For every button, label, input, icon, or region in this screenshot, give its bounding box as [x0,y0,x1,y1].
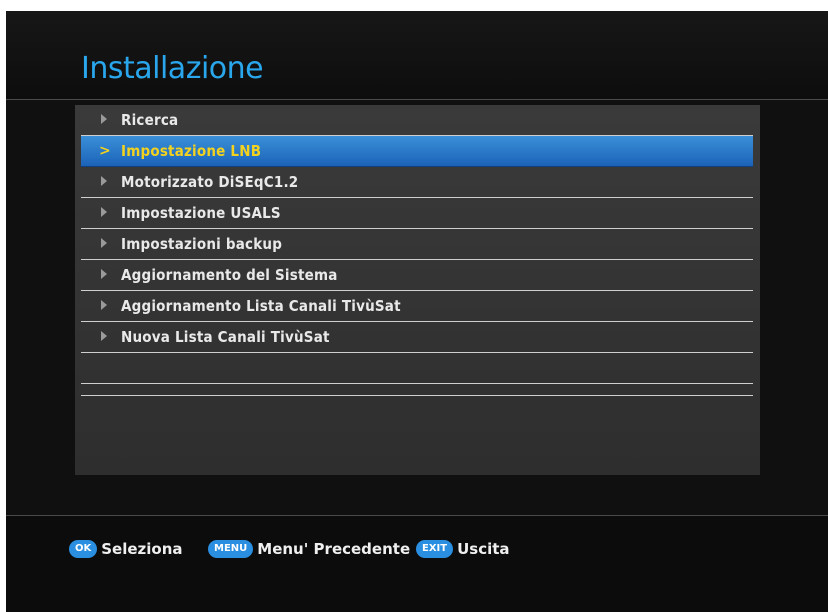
menu-item-nuova-lista-canali[interactable]: Nuova Lista Canali TivùSat [81,322,753,353]
exit-key-icon: EXIT [416,540,454,558]
arrow-right-icon [101,331,107,341]
ok-hint-label: Seleziona [101,540,183,558]
menu-hint[interactable]: MENU Menu' Precedente [208,538,410,560]
arrow-right-icon [101,269,107,279]
chevron-right-icon: > [99,143,111,159]
menu-item-impostazione-lnb[interactable]: > Impostazione LNB [81,136,753,167]
title-bar: Installazione [6,11,828,100]
ok-hint[interactable]: OK Seleziona [69,538,183,560]
ok-key-icon: OK [69,540,98,558]
arrow-right-icon [101,114,107,124]
exit-hint-label: Uscita [457,540,510,558]
arrow-right-icon [101,176,107,186]
menu-item-empty [81,353,753,384]
arrow-right-icon [101,207,107,217]
menu-divider [81,395,753,396]
menu-item-impostazioni-backup[interactable]: Impostazioni backup [81,229,753,260]
menu-item-ricerca[interactable]: Ricerca [81,105,753,136]
page-title: Installazione [81,51,264,86]
menu-item-aggiornamento-lista-canali[interactable]: Aggiornamento Lista Canali TivùSat [81,291,753,322]
tv-screen: Installazione Ricerca > Impostazione LNB… [6,11,828,612]
menu-item-label: Impostazioni backup [121,235,283,253]
footer-hints: OK Seleziona MENU Menu' Precedente EXIT … [6,515,828,612]
menu-item-label: Impostazione USALS [121,204,281,222]
menu-item-label: Nuova Lista Canali TivùSat [121,328,330,346]
menu-item-impostazione-usals[interactable]: Impostazione USALS [81,198,753,229]
menu-hint-label: Menu' Precedente [257,540,411,558]
menu-item-label: Ricerca [121,111,179,129]
arrow-right-icon [101,238,107,248]
menu-panel: Ricerca > Impostazione LNB Motorizzato D… [75,105,760,475]
menu-item-motorizzato-diseqc[interactable]: Motorizzato DiSEqC1.2 [81,167,753,198]
menu-item-label: Aggiornamento Lista Canali TivùSat [121,297,401,315]
menu-item-label: Aggiornamento del Sistema [121,266,338,284]
arrow-right-icon [101,300,107,310]
exit-hint[interactable]: EXIT Uscita [416,538,510,560]
menu-item-aggiornamento-sistema[interactable]: Aggiornamento del Sistema [81,260,753,291]
menu-key-icon: MENU [208,540,254,558]
menu-item-label: Motorizzato DiSEqC1.2 [121,173,299,191]
menu-item-label: Impostazione LNB [121,142,262,160]
